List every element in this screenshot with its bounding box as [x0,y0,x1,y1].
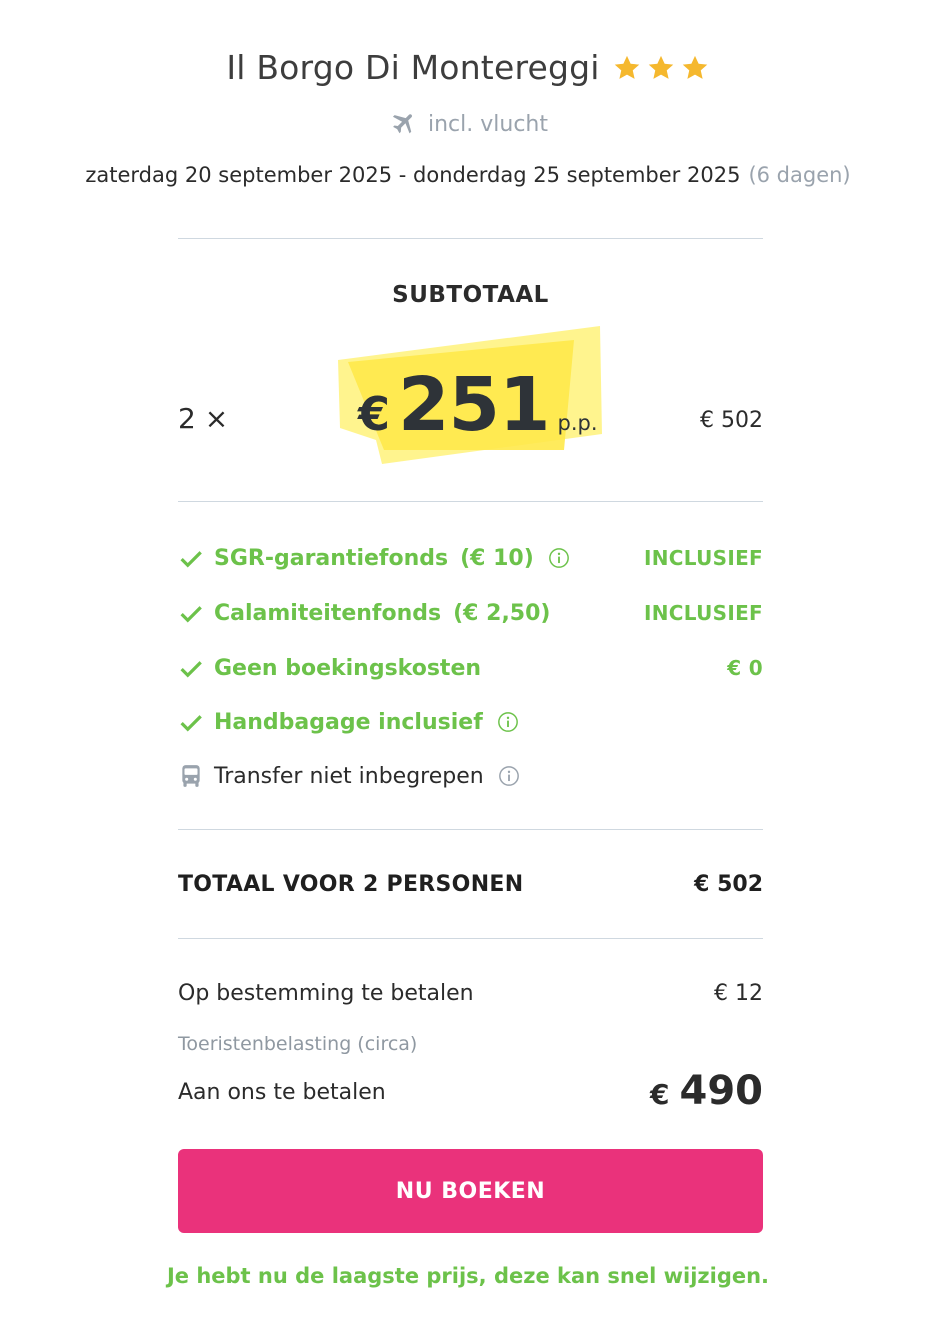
info-icon[interactable] [497,711,519,733]
divider [178,238,763,239]
check-icon [180,715,202,732]
tourist-tax-note: Toeristenbelasting (circa) [178,1033,418,1055]
price-value: 251 [398,362,550,448]
check-icon [180,661,202,678]
pay-us-amount: € 490 [650,1068,763,1114]
feature-label: Geen boekingskosten [214,655,482,681]
total-label: TOTAAL VOOR 2 PERSONEN [178,872,524,897]
per-person-label: p.p. [557,411,598,435]
book-now-button[interactable]: NU BOEKEN [178,1149,763,1233]
airplane-icon [392,114,413,134]
flight-label: incl. vlucht [428,111,548,137]
pay-us-label: Aan ons te betalen [178,1080,386,1105]
total-value: € 502 [694,872,763,897]
feature-row-transfer: Transfer niet inbegrepen [178,761,763,791]
feature-value: INCLUSIEF [644,601,763,625]
feature-label: Handbagage inclusief [214,709,483,735]
subtotal-amount: € 502 [700,408,763,433]
pay-us-value: 490 [679,1068,764,1114]
feature-label: Transfer niet inbegrepen [214,763,484,789]
divider [178,501,763,502]
hotel-title: Il Borgo Di Montereggi [226,48,709,87]
price-per-person: € 251 p.p. [358,362,598,448]
flight-included: incl. vlucht [0,109,936,139]
star-icon [682,55,707,79]
traveller-quantity: 2 × [178,402,229,435]
info-icon[interactable] [498,765,520,787]
bus-icon [182,765,200,787]
info-icon[interactable] [548,547,570,569]
feature-label: Calamiteitenfonds [214,600,442,626]
destination-pay-value: € 12 [714,981,763,1006]
header: Il Borgo Di Montereggi incl. vlucht zate… [0,0,936,187]
date-range: zaterdag 20 september 2025 - donderdag 2… [85,163,741,187]
lowest-price-notice: Je hebt nu de laagste prijs, deze kan sn… [166,1264,770,1288]
feature-value: € 0 [727,656,763,680]
feature-price: (€ 2,50) [453,600,551,626]
feature-value: INCLUSIEF [644,546,763,570]
feature-label: SGR-garantiefonds [214,545,449,571]
price-currency: € [358,387,391,441]
pay-us-currency: € [650,1078,670,1111]
star-icon [648,55,673,79]
feature-row-booking-costs: Geen boekingskosten € 0 [178,653,763,683]
star-rating [612,53,710,83]
check-icon [180,606,202,623]
feature-row-sgr: SGR-garantiefonds (€ 10) INCLUSIEF [178,543,763,573]
feature-row-calamiteitenfonds: Calamiteitenfonds (€ 2,50) INCLUSIEF [178,598,763,628]
check-icon [180,551,202,568]
travel-dates: zaterdag 20 september 2025 - donderdag 2… [0,163,936,187]
trip-duration: (6 dagen) [748,163,851,187]
star-icon [614,55,639,79]
destination-pay-label: Op bestemming te betalen [178,981,474,1006]
hotel-name: Il Borgo Di Montereggi [226,48,600,87]
feature-price: (€ 10) [460,545,534,571]
subtotal-heading: SUBTOTAAL [392,282,549,308]
feature-row-hand-luggage: Handbagage inclusief [178,707,763,737]
divider [178,938,763,939]
divider [178,829,763,830]
